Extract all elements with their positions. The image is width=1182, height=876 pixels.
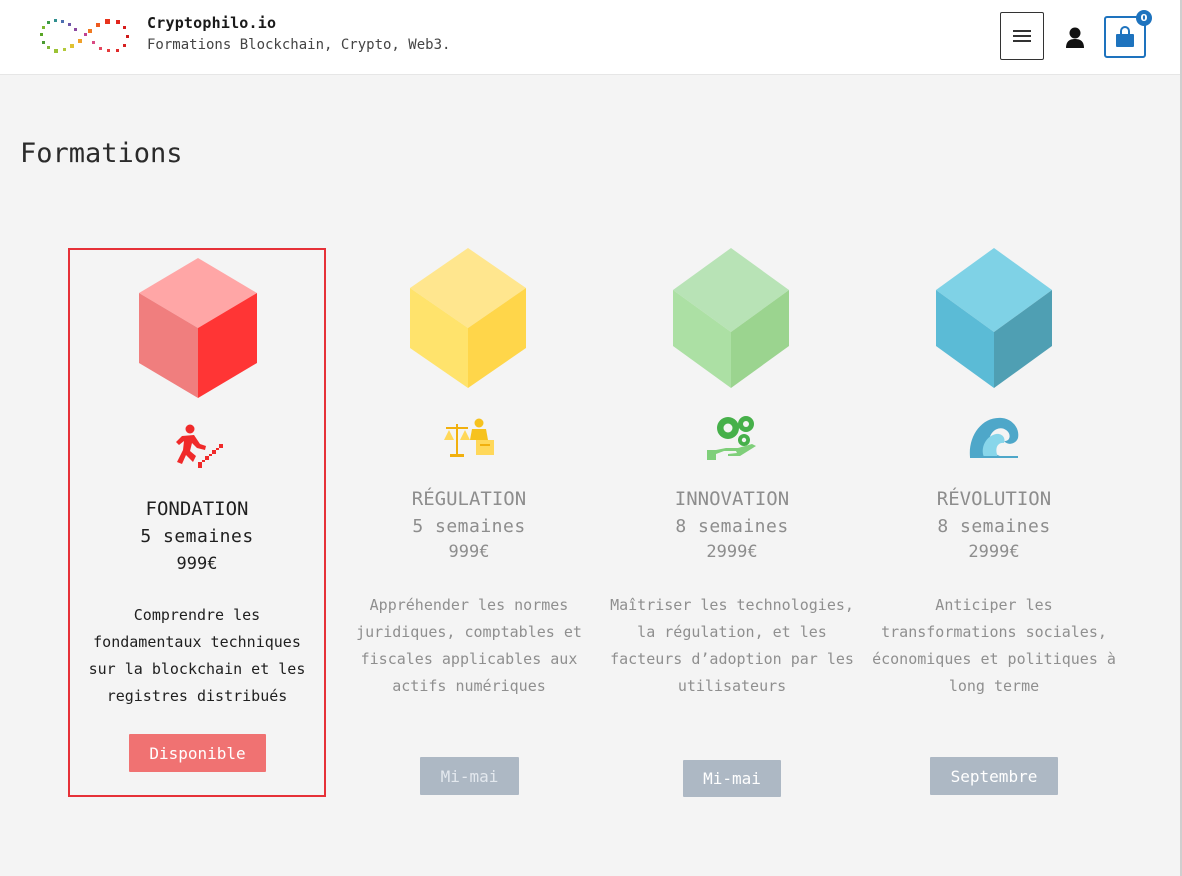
mi-mai-button[interactable]: Mi-mai bbox=[683, 760, 781, 797]
card-price: 2999€ bbox=[968, 542, 1020, 562]
card-description: Anticiper les transformations sociales, … bbox=[872, 596, 1116, 695]
course-card-fondation[interactable]: FONDATION 5 semaines 999€ Comprendre les… bbox=[68, 248, 326, 797]
user-icon[interactable] bbox=[1064, 26, 1086, 50]
course-card-regulation[interactable]: RÉGULATION 5 semaines 999€ Appréhender l… bbox=[338, 248, 600, 808]
cart-count-badge: 0 bbox=[1136, 10, 1152, 26]
stairs-runner-icon bbox=[176, 424, 223, 468]
course-card-innovation[interactable]: INNOVATION 8 semaines 2999€ Maîtriser le… bbox=[601, 248, 863, 808]
site-title[interactable]: Cryptophilo.io bbox=[147, 14, 276, 32]
site-logo[interactable] bbox=[38, 17, 130, 57]
card-description: Appréhender les normes juridiques, compt… bbox=[356, 596, 582, 695]
card-duration: 8 semaines bbox=[675, 516, 789, 537]
shopping-bag-icon bbox=[1116, 26, 1134, 47]
card-title: RÉVOLUTION bbox=[936, 488, 1052, 510]
card-price: 2999€ bbox=[706, 542, 758, 562]
disponible-button[interactable]: Disponible bbox=[129, 734, 266, 772]
card-description: Maîtriser les technologies, la régulatio… bbox=[610, 596, 854, 695]
septembre-button[interactable]: Septembre bbox=[930, 757, 1058, 795]
cube-yellow-icon bbox=[410, 248, 526, 388]
cube-blue-icon bbox=[936, 248, 1052, 388]
card-title: RÉGULATION bbox=[411, 488, 527, 510]
site-header: Cryptophilo.io Formations Blockchain, Cr… bbox=[0, 0, 1180, 75]
cube-green-icon bbox=[673, 248, 789, 388]
cube-red-icon bbox=[139, 258, 257, 398]
card-duration: 5 semaines bbox=[412, 516, 526, 537]
card-duration: 8 semaines bbox=[937, 516, 1051, 537]
card-title: INNOVATION bbox=[674, 488, 790, 510]
scales-justice-icon bbox=[444, 418, 494, 457]
menu-toggle-button[interactable] bbox=[1000, 12, 1044, 60]
card-duration: 5 semaines bbox=[140, 526, 254, 547]
wave-icon bbox=[969, 417, 1019, 458]
page-title: Formations bbox=[20, 138, 183, 169]
site-tagline: Formations Blockchain, Crypto, Web3. bbox=[147, 37, 451, 53]
card-price: 999€ bbox=[176, 554, 218, 574]
mi-mai-button[interactable]: Mi-mai bbox=[420, 757, 519, 795]
gears-hand-icon bbox=[707, 416, 756, 460]
card-title: FONDATION bbox=[145, 498, 249, 520]
card-price: 999€ bbox=[448, 542, 490, 562]
hamburger-icon bbox=[1013, 30, 1031, 42]
card-description: Comprendre les fondamentaux techniques s… bbox=[88, 606, 306, 705]
cart-button[interactable]: 0 bbox=[1104, 10, 1152, 58]
course-card-revolution[interactable]: RÉVOLUTION 8 semaines 2999€ Anticiper le… bbox=[863, 248, 1125, 808]
